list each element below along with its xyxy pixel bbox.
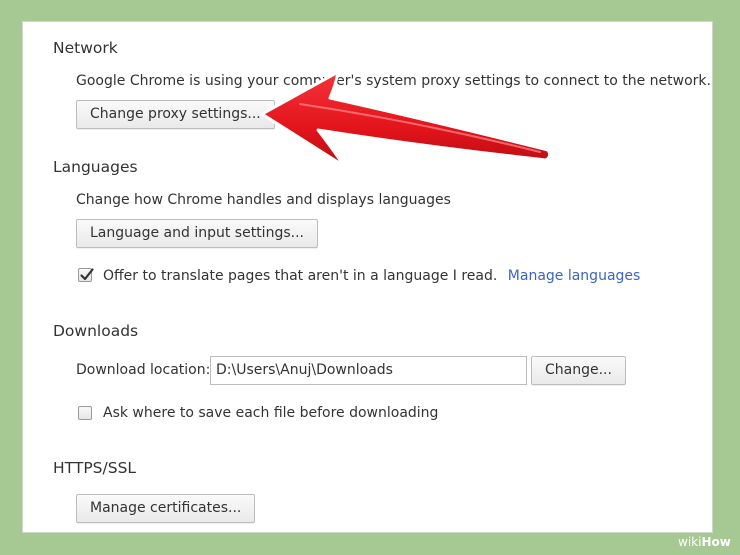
language-input-settings-button[interactable]: Language and input settings...	[76, 219, 318, 248]
settings-panel: Network Google Chrome is using your comp…	[22, 21, 713, 533]
https-section-title: HTTPS/SSL	[53, 459, 137, 477]
manage-certificates-button[interactable]: Manage certificates...	[76, 494, 256, 523]
network-section-title: Network	[53, 39, 118, 57]
manage-languages-link[interactable]: Manage languages	[508, 268, 641, 284]
translate-label-text: Offer to translate pages that aren't in …	[103, 268, 498, 284]
checkmark-icon	[80, 268, 94, 281]
wikihow-logo-how: How	[701, 535, 731, 549]
translate-checkbox[interactable]	[78, 268, 94, 282]
languages-section-title: Languages	[53, 158, 138, 176]
download-location-field[interactable]: D:\Users\Anuj\Downloads	[210, 356, 527, 385]
ask-save-location-checkbox[interactable]	[78, 406, 92, 420]
ask-save-location-label: Ask where to save each file before downl…	[103, 405, 439, 421]
network-description: Google Chrome is using your computer's s…	[76, 73, 711, 89]
downloads-section-title: Downloads	[53, 322, 139, 340]
download-location-label: Download location:	[76, 362, 211, 378]
change-proxy-settings-button[interactable]: Change proxy settings...	[76, 100, 275, 129]
languages-description: Change how Chrome handles and displays l…	[76, 192, 451, 208]
wikihow-logo: wikiHow	[678, 535, 731, 549]
translate-label: Offer to translate pages that aren't in …	[103, 268, 640, 284]
wikihow-logo-wiki: wiki	[678, 535, 702, 549]
change-download-location-button[interactable]: Change...	[531, 356, 626, 385]
